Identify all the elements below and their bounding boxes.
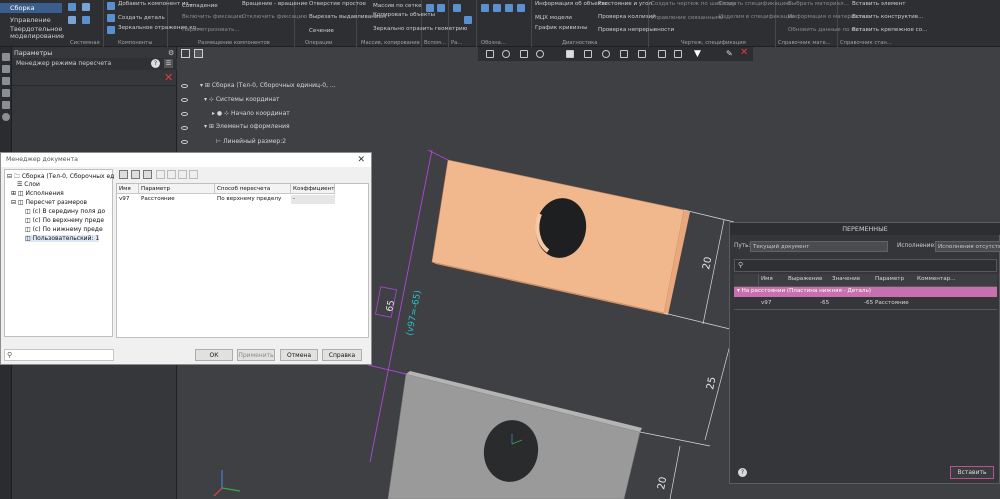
recalc-table: Имя Параметр Способ пересчета Коэффициен… (116, 183, 369, 338)
tree-item-label: Исполнения (25, 190, 64, 197)
tree-item-label: (с) В середину поля до (32, 208, 106, 215)
sort-desc-icon[interactable] (167, 170, 176, 179)
dim-label: 20 (701, 256, 714, 271)
tree-item-label: (с) По верхнему преде (32, 217, 105, 224)
cell-name[interactable]: v97 (117, 195, 139, 204)
search-bar[interactable]: ⚲ (734, 259, 997, 272)
cancel-button[interactable]: Отмена (280, 349, 318, 361)
search-input[interactable]: ⚲ (4, 349, 114, 361)
var-name[interactable]: v97 (761, 300, 771, 306)
exec-label: Исполнение: (897, 243, 936, 249)
table-icon[interactable] (131, 170, 140, 179)
help-button[interactable]: Справка (322, 349, 362, 361)
tree-item-label: Слои (24, 181, 40, 188)
tree-item-executions[interactable]: ⊞ ◫ Исполнения (11, 190, 64, 197)
close-icon[interactable]: ✕ (357, 155, 365, 165)
col-header[interactable]: Коэффициент (291, 184, 335, 194)
dim-ext (663, 312, 735, 331)
document-tree: ⊟ 🗀 Сборка (Тел-0, Сборочных ед ☰ Слои ⊞… (4, 169, 115, 337)
col-header[interactable]: Параметр (875, 276, 904, 282)
tree-item-label: (с) По нижнему преде (32, 226, 103, 233)
col-header[interactable]: Способ пересчета (215, 184, 291, 194)
tree-item-label: Сборка (Тел-0, Сборочных ед (21, 173, 115, 180)
var-value: -65 (864, 300, 874, 306)
tree-item-label: Пересчет размеров (25, 199, 88, 206)
col-header[interactable]: Параметр (139, 184, 215, 194)
delete-row-icon[interactable] (143, 170, 152, 179)
table-header: Имя Выражение Значение Параметр Коммента… (734, 274, 997, 287)
dim-value: 65 (385, 299, 397, 312)
dim-label: 20 (656, 476, 669, 491)
apply-button[interactable]: Применить (237, 349, 275, 361)
cell-method[interactable]: По верхнему пределу (215, 195, 291, 204)
search-icon: ⚲ (738, 261, 744, 269)
cell-param[interactable]: Расстояние (139, 195, 215, 204)
group-row-label: ▾ На расстоянии (Пластина нижняя - Детал… (737, 288, 871, 294)
export-icon[interactable] (189, 170, 198, 179)
path-field[interactable]: Текущий документ (750, 241, 888, 252)
search-icon: ⚲ (7, 351, 13, 359)
tree-item-recalc[interactable]: ⊟ ◫ Пересчет размеров (11, 199, 87, 206)
col-header[interactable]: Имя (761, 276, 773, 282)
exec-field[interactable]: Исполнения отсутству (935, 241, 1000, 252)
group-row-text: На расстоянии (Пластина нижняя - Деталь) (741, 288, 871, 294)
dim-ext (683, 209, 735, 223)
tree-item-mid[interactable]: ◫ (с) В середину поля до (25, 208, 105, 215)
dim-label: 25 (705, 376, 718, 391)
dim-line (702, 219, 725, 325)
col-header[interactable]: Значение (832, 276, 860, 282)
tree-item-user[interactable]: ◫ Пользовательский: 1 (25, 235, 100, 242)
tree-item-upper[interactable]: ◫ (с) По верхнему преде (25, 217, 104, 224)
dim-ext (639, 431, 711, 447)
variables-panel: ПЕРЕМЕННЫЕ Путь: Текущий документ Исполн… (729, 222, 1000, 484)
var-param: Расстояние (875, 300, 909, 306)
col-header-empty (734, 274, 759, 286)
tree-item-label: Пользовательский: 1 (32, 235, 100, 242)
group-row[interactable]: ▾ На расстоянии (Пластина нижняя - Детал… (734, 287, 997, 297)
dim-ext-highlight (367, 364, 407, 375)
triad-x (213, 487, 223, 497)
document-manager-dialog: Менеджер документа ✕ ⊟ 🗀 Сборка (Тел-0, … (0, 152, 372, 365)
col-header[interactable]: Комментар... (917, 276, 956, 282)
panel-title: ПЕРЕМЕННЫЕ (730, 223, 1000, 235)
sort-asc-icon[interactable] (156, 170, 165, 179)
add-row-icon[interactable] (119, 170, 128, 179)
dialog-title: Менеджер документа (1, 153, 371, 167)
cell-coef[interactable]: - (291, 195, 335, 204)
help-icon[interactable]: ? (738, 468, 747, 477)
triad-y (221, 487, 241, 492)
var-expression[interactable]: -65 (820, 300, 829, 306)
variable-row[interactable]: v97 -65 -65 Расстояние (734, 298, 997, 310)
col-header[interactable]: Выражение (788, 276, 822, 282)
col-header[interactable]: Имя (117, 184, 139, 194)
ok-button[interactable]: ОК (195, 349, 233, 361)
tree-item-lower[interactable]: ◫ (с) По нижнему преде (25, 226, 103, 233)
dim-expression: (v97=-65) (405, 289, 424, 336)
filter-table-icon[interactable] (178, 170, 187, 179)
dim-line (669, 445, 681, 499)
tree-item-layers[interactable]: ☰ Слои (17, 181, 40, 188)
path-label: Путь: (734, 243, 751, 249)
insert-button[interactable]: Вставить (950, 466, 994, 479)
